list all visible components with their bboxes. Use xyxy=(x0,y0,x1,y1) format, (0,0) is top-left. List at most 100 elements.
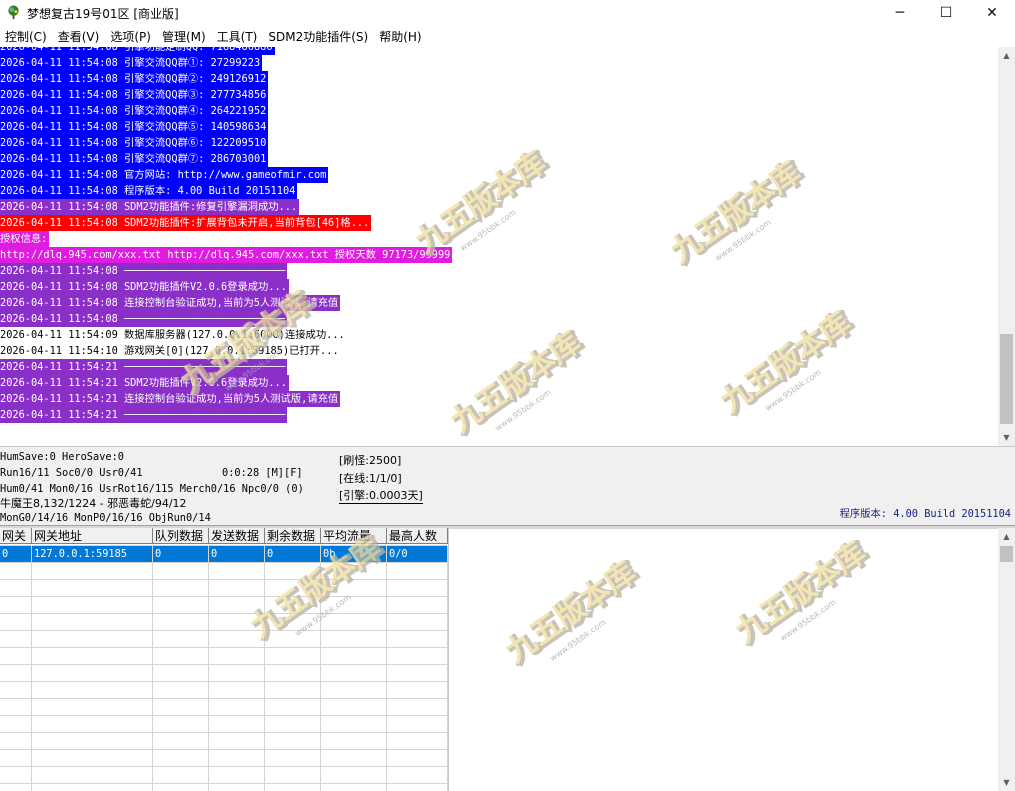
menu-control[interactable]: 控制(C) xyxy=(0,27,53,47)
column-header[interactable]: 网关 xyxy=(0,528,32,544)
table-row-empty[interactable] xyxy=(0,699,448,716)
table-row-empty[interactable] xyxy=(0,597,448,614)
maximize-button[interactable]: ☐ xyxy=(923,0,969,26)
table-cell xyxy=(321,597,387,613)
scroll-down-icon[interactable]: ▼ xyxy=(998,429,1015,446)
table-row-empty[interactable] xyxy=(0,648,448,665)
log-line: 2026-04-11 11:54:08 连接控制台验证成功,当前为5人测试版,请… xyxy=(0,295,341,311)
menu-sdm2-plugin[interactable]: SDM2功能插件(S) xyxy=(263,27,374,47)
table-cell xyxy=(387,563,448,579)
table-cell xyxy=(265,767,321,783)
log-line: 2026-04-11 11:54:08 SDM2功能插件V2.0.6登录成功..… xyxy=(0,279,289,295)
table-row-empty[interactable] xyxy=(0,733,448,750)
table-cell xyxy=(387,784,448,791)
scroll-down-icon[interactable]: ▼ xyxy=(998,774,1015,791)
table-row-empty[interactable] xyxy=(0,631,448,648)
column-header[interactable]: 剩余数据 xyxy=(265,528,321,544)
table-header: 网关 网关地址 队列数据 发送数据 剩余数据 平均流量 最高人数 xyxy=(0,528,448,546)
table-row-empty[interactable] xyxy=(0,614,448,631)
watermark-logo: 九五版本库 九五版本库 www.95bbk.com xyxy=(720,534,890,652)
log-line: 2026-04-11 11:54:08 引擎交流QQ群②: 249126912 xyxy=(0,71,269,87)
table-cell xyxy=(0,580,32,596)
scroll-thumb[interactable] xyxy=(1000,334,1013,424)
close-icon: ✕ xyxy=(986,5,998,21)
table-cell: 0 xyxy=(0,546,32,562)
table-cell xyxy=(32,733,153,749)
table-cell xyxy=(32,682,153,698)
menu-help[interactable]: 帮助(H) xyxy=(374,27,427,47)
gateway-table[interactable]: 网关 网关地址 队列数据 发送数据 剩余数据 平均流量 最高人数 0 127.0… xyxy=(0,528,449,791)
table-row-empty[interactable] xyxy=(0,682,448,699)
svg-text:www.95bbk.com: www.95bbk.com xyxy=(778,598,837,643)
empty-rows xyxy=(0,563,448,791)
menu-manage[interactable]: 管理(M) xyxy=(157,27,212,47)
scroll-up-icon[interactable]: ▲ xyxy=(998,47,1015,64)
minimize-button[interactable]: ─ xyxy=(877,0,923,26)
menu-options[interactable]: 选项(P) xyxy=(105,27,157,47)
log-line: 2026-04-11 11:54:08 程序版本: 4.00 Build 201… xyxy=(0,183,298,199)
table-cell xyxy=(153,699,209,715)
column-header[interactable]: 最高人数 xyxy=(387,528,448,544)
table-cell: 0/0 xyxy=(387,546,448,562)
table-cell xyxy=(387,682,448,698)
log-line: 2026-04-11 11:54:21 ────────────────────… xyxy=(0,359,288,375)
table-cell xyxy=(32,631,153,647)
column-header[interactable]: 发送数据 xyxy=(209,528,265,544)
table-cell xyxy=(321,563,387,579)
table-cell xyxy=(387,614,448,630)
table-cell xyxy=(265,648,321,664)
refresh-monster-label: [刷怪:2500] xyxy=(339,454,402,467)
table-cell xyxy=(265,716,321,732)
table-cell xyxy=(321,648,387,664)
scroll-thumb[interactable] xyxy=(1000,546,1013,562)
status-monsters: MonG0/14/16 MonP0/16/16 ObjRun0/14 xyxy=(0,512,211,524)
table-cell xyxy=(321,580,387,596)
menu-view[interactable]: 查看(V) xyxy=(53,27,106,47)
log-line: 2026-04-11 11:54:08 引擎功能定制QQ: 7188486886 xyxy=(0,47,998,55)
log-scrollbar[interactable]: ▲ ▼ xyxy=(998,47,1015,446)
window-title: 梦想复古19号01区 [商业版] xyxy=(27,7,179,21)
log-line: 2026-04-11 11:54:08 ────────────────────… xyxy=(0,263,288,279)
table-cell: 127.0.0.1:59185 xyxy=(32,546,153,562)
table-cell xyxy=(265,631,321,647)
table-cell xyxy=(209,682,265,698)
table-cell xyxy=(32,563,153,579)
table-cell xyxy=(32,597,153,613)
table-row[interactable]: 0 127.0.0.1:59185 0 0 0 0b 0/0 xyxy=(0,546,448,563)
table-row-empty[interactable] xyxy=(0,784,448,791)
status-panel: HumSave:0 HeroSave:0 Run16/11 Soc0/0 Usr… xyxy=(0,446,1015,526)
table-cell xyxy=(321,614,387,630)
column-header[interactable]: 平均流量 xyxy=(321,528,387,544)
table-row-empty[interactable] xyxy=(0,665,448,682)
log-line: http://dlq.945.com/xxx.txt http://dlq.94… xyxy=(0,247,453,263)
table-cell xyxy=(321,733,387,749)
close-button[interactable]: ✕ xyxy=(969,0,1015,26)
table-cell xyxy=(209,665,265,681)
column-header[interactable]: 队列数据 xyxy=(153,528,209,544)
table-cell xyxy=(265,580,321,596)
table-cell xyxy=(153,665,209,681)
table-row-empty[interactable] xyxy=(0,716,448,733)
column-header[interactable]: 网关地址 xyxy=(32,528,153,544)
table-row-empty[interactable] xyxy=(0,563,448,580)
table-cell xyxy=(209,784,265,791)
menu-tools[interactable]: 工具(T) xyxy=(212,27,264,47)
scroll-up-icon[interactable]: ▲ xyxy=(998,528,1015,545)
log-line: 授权信息: xyxy=(0,231,50,247)
engine-label: [引擎:0.0003天] xyxy=(339,489,423,504)
table-cell xyxy=(153,648,209,664)
table-cell xyxy=(321,665,387,681)
grid-scrollbar[interactable]: ▲ ▼ xyxy=(998,528,1015,791)
log-panel[interactable]: 2026-04-11 11:54:08 引擎功能定制QQ: 7188486886… xyxy=(0,47,998,445)
table-row-empty[interactable] xyxy=(0,767,448,784)
log-line: 2026-04-11 11:54:09 数据库服务器(127.0.0.1:600… xyxy=(0,329,345,341)
table-row-empty[interactable] xyxy=(0,750,448,767)
table-cell xyxy=(387,648,448,664)
table-cell xyxy=(153,631,209,647)
table-cell xyxy=(209,563,265,579)
svg-text:九五版本库: 九五版本库 xyxy=(729,540,872,650)
minimize-icon: ─ xyxy=(895,5,905,21)
status-boss: 牛魔王8,132/1224 - 邪恶毒蛇/94/12 xyxy=(0,497,187,510)
table-cell xyxy=(387,733,448,749)
table-row-empty[interactable] xyxy=(0,580,448,597)
